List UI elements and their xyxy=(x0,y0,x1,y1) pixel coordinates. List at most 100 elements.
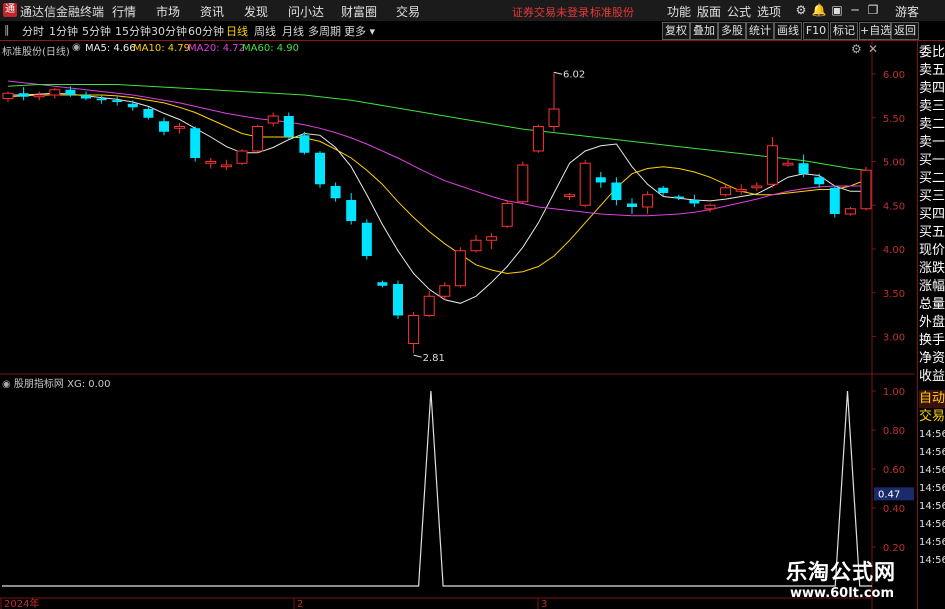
chart-close-icon[interactable]: ✕ xyxy=(868,42,878,56)
btn-biaoji[interactable]: 标记 xyxy=(830,22,858,40)
sidebar-item-21[interactable]: 14:56 xyxy=(919,426,945,444)
period-60min[interactable]: 60分钟 xyxy=(188,23,224,39)
sidebar-item-28[interactable]: 14:56 xyxy=(919,552,945,570)
legend-toggle-icon[interactable]: ◉ xyxy=(72,42,81,53)
sidebar-item-7[interactable]: 买二 xyxy=(919,170,945,188)
menu-hangqing[interactable]: 行情 xyxy=(112,3,136,20)
menu-gongshi[interactable]: 公式 xyxy=(727,3,751,20)
sidebar-item-11[interactable]: 现价 xyxy=(919,242,945,260)
menu-jiaoyi[interactable]: 交易 xyxy=(396,3,420,20)
menu-zixun[interactable]: 资讯 xyxy=(200,3,224,20)
btn-fuquan[interactable]: 复权 xyxy=(662,22,690,40)
candle-body-down xyxy=(18,93,29,97)
indicator-y-tick-label: 0.20 xyxy=(883,543,905,554)
btn-diejia[interactable]: 叠加 xyxy=(690,22,718,40)
candle-body-up xyxy=(860,169,872,210)
btn-duogu[interactable]: 多股 xyxy=(718,22,746,40)
sidebar-item-3[interactable]: 卖三 xyxy=(919,98,945,116)
sidebar-item-27[interactable]: 14:56 xyxy=(919,534,945,552)
scroll-left-icon[interactable]: ‖ xyxy=(4,23,10,36)
login-status[interactable]: 证券交易未登录 xyxy=(512,4,589,20)
sidebar-item-9[interactable]: 买四 xyxy=(919,206,945,224)
menu-gongneng[interactable]: 功能 xyxy=(667,3,691,20)
period-1min[interactable]: 1分钟 xyxy=(49,23,78,39)
period-15min[interactable]: 15分钟 xyxy=(115,23,151,39)
notification-bell-icon[interactable]: 🔔 xyxy=(811,2,827,18)
period-multi[interactable]: 多周期 xyxy=(308,23,341,39)
period-weekly[interactable]: 周线 xyxy=(254,23,276,39)
sidebar-item-22[interactable]: 14:56 xyxy=(919,444,945,462)
sidebar-item-0[interactable]: 委比 xyxy=(919,44,945,62)
sidebar-item-24[interactable]: 14:56 xyxy=(919,480,945,498)
sidebar-item-15[interactable]: 外盘 xyxy=(919,314,945,332)
candle-body-down xyxy=(814,177,825,185)
btn-back[interactable]: 返回 xyxy=(891,22,919,40)
candle-body-up xyxy=(782,162,794,166)
candle-body-up xyxy=(220,164,232,168)
candle-body-up xyxy=(735,189,747,192)
period-monthly[interactable]: 月线 xyxy=(282,23,304,39)
period-more[interactable]: 更多 ▾ xyxy=(344,23,375,39)
bookmark-icon[interactable]: ▣ xyxy=(829,2,845,18)
period-daily[interactable]: 日线 xyxy=(226,23,248,39)
candle-body-down xyxy=(658,187,669,193)
candle-body-down xyxy=(611,182,622,200)
sidebar-item-17[interactable]: 净资 xyxy=(919,350,945,368)
y-tick-label: 5.00 xyxy=(883,158,905,169)
x-axis-label: 2 xyxy=(297,599,303,609)
menu-banmian[interactable]: 版面 xyxy=(697,3,721,20)
sidebar-item-8[interactable]: 买三 xyxy=(919,188,945,206)
period-30min[interactable]: 30分钟 xyxy=(151,23,187,39)
sidebar-item-19[interactable]: 自动 xyxy=(919,390,945,408)
candle-body-up xyxy=(642,194,654,208)
low-marker-label: 2.81 xyxy=(423,353,445,364)
candle-body-up xyxy=(517,164,529,203)
ma20-legend: MA20: 4.72 xyxy=(188,43,245,54)
btn-huaxian[interactable]: 画线 xyxy=(774,22,802,40)
indicator-toggle-icon[interactable]: ◉ xyxy=(2,379,11,390)
sidebar-item-12[interactable]: 涨跌 xyxy=(919,260,945,278)
sidebar-item-26[interactable]: 14:56 xyxy=(919,516,945,534)
sidebar-item-25[interactable]: 14:56 xyxy=(919,498,945,516)
sidebar-item-20[interactable]: 交易 xyxy=(919,408,945,426)
candle-body-up xyxy=(486,236,498,241)
menu-shichang[interactable]: 市场 xyxy=(156,3,180,20)
ma60-line xyxy=(7,84,867,171)
sidebar-item-4[interactable]: 卖二 xyxy=(919,116,945,134)
candle-body-up xyxy=(33,94,45,98)
sidebar-item-14[interactable]: 总量 xyxy=(919,296,945,314)
kline-chart[interactable]: 6.00 5.50 5.00 4.50 4.00 3.50 3.00 1.00 0.80 0.60… xyxy=(0,41,915,609)
btn-tongji[interactable]: 统计 xyxy=(746,22,774,40)
sidebar-item-18[interactable]: 收益 xyxy=(919,368,945,386)
menu-faxian[interactable]: 发现 xyxy=(244,3,268,20)
sidebar-item-23[interactable]: 14:56 xyxy=(919,462,945,480)
high-marker-line xyxy=(553,71,563,75)
sidebar-item-6[interactable]: 买一 xyxy=(919,152,945,170)
sidebar-item-5[interactable]: 卖一 xyxy=(919,134,945,152)
menu-wenxiaoda[interactable]: 问小达 xyxy=(288,3,324,20)
y-tick-label: 3.50 xyxy=(883,289,905,300)
candle-body-up xyxy=(2,92,14,99)
sidebar-item-16[interactable]: 换手 xyxy=(919,332,945,350)
sidebar-item-2[interactable]: 卖四 xyxy=(919,80,945,98)
user-guest[interactable]: 游客 xyxy=(895,3,919,20)
period-toolbar: ‖ 分时 1分钟 5分钟 15分钟 30分钟 60分钟 日线 周线 月线 多周期… xyxy=(0,21,945,41)
period-5min[interactable]: 5分钟 xyxy=(82,23,111,39)
candle-body-up xyxy=(205,161,217,164)
sidebar-item-10[interactable]: 买五 xyxy=(919,224,945,242)
minimize-icon[interactable]: ─ xyxy=(847,2,863,18)
sidebar-item-13[interactable]: 涨幅 xyxy=(919,278,945,296)
chart-settings-icon[interactable]: ⚙ xyxy=(851,42,862,56)
period-fenshi[interactable]: 分时 xyxy=(22,23,44,39)
candle-body-up xyxy=(704,204,716,210)
btn-add-watchlist[interactable]: +自选 xyxy=(859,22,891,40)
candle-body-up xyxy=(751,185,763,189)
menu-caifuquan[interactable]: 财富圈 xyxy=(341,3,377,20)
btn-f10[interactable]: F10 xyxy=(803,22,829,40)
restore-icon[interactable]: ❐ xyxy=(865,2,881,18)
sidebar-item-1[interactable]: 卖五 xyxy=(919,62,945,80)
candle-body-down xyxy=(65,89,76,95)
settings-icon[interactable]: ⚙ xyxy=(793,2,809,18)
app-title: 通达信金融终端 xyxy=(20,5,105,19)
menu-xuanxiang[interactable]: 选项 xyxy=(757,3,781,20)
